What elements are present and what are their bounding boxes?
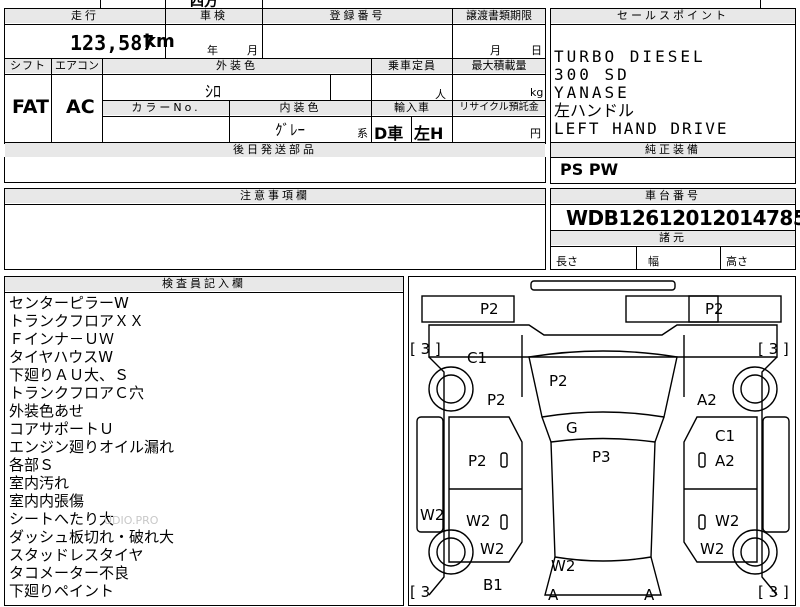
car-outline bbox=[416, 280, 790, 596]
damage-code-a-rear-right: A bbox=[644, 586, 655, 604]
transfer-month-unit: 月 bbox=[490, 44, 501, 57]
steering-side: 左H bbox=[414, 124, 444, 143]
interior-color-header: 内装色 bbox=[230, 101, 371, 115]
damage-code-p2-hood: P2 bbox=[549, 372, 568, 390]
sales-point-header: セールスポイント bbox=[551, 9, 795, 23]
damage-code-a-rear-left: A bbox=[548, 586, 559, 604]
damage-code-c1-left: C1 bbox=[467, 349, 488, 367]
import-header: 輸入車 bbox=[372, 101, 452, 115]
import-type: D車 bbox=[374, 124, 404, 143]
recycle-unit: 円 bbox=[530, 127, 541, 140]
damage-code-p3-roof: P3 bbox=[592, 448, 611, 466]
genuine-equipment-header: 純正装備 bbox=[551, 143, 795, 157]
remark-line: 外装色あせ bbox=[9, 402, 85, 420]
mileage-value: 123,587 bbox=[70, 31, 155, 55]
dimension-length: 長さ bbox=[556, 255, 578, 268]
sales-points-list: TURBO DIESEL 300 SD YANASE 左ハンドル LEFT HA… bbox=[554, 48, 729, 138]
damage-code-w2-left-wheel: W2 bbox=[480, 540, 505, 558]
later-parts-area bbox=[4, 157, 546, 183]
damage-code-p2-front-left: P2 bbox=[487, 391, 506, 409]
bracket-top-right: [ 3 ] bbox=[758, 340, 789, 358]
dimension-height: 高さ bbox=[726, 255, 748, 268]
damage-code-w2-right-wheel: W2 bbox=[700, 540, 725, 558]
inspection-year-unit: 年 bbox=[207, 44, 218, 57]
transfer-deadline-header: 譲渡書類期限 bbox=[453, 9, 545, 23]
damage-code-g-windshield: G bbox=[566, 419, 578, 437]
remark-line: Ｆインナ－ＵＷ bbox=[9, 330, 115, 348]
exterior-color-header: 外装色 bbox=[103, 59, 371, 73]
exterior-color-value: ｼﾛ bbox=[205, 82, 222, 101]
genuine-equipment-value: PS PW bbox=[560, 160, 619, 179]
recycle-header: リサイクル預託金 bbox=[453, 101, 545, 115]
damage-code-w2-left-rear-door: W2 bbox=[466, 512, 491, 530]
remark-line: トランクフロアＸＸ bbox=[9, 312, 145, 330]
damage-diagram bbox=[408, 276, 796, 606]
bracket-bottom-left: [ 3 bbox=[410, 583, 431, 601]
damage-code-c1-right: C1 bbox=[715, 427, 736, 445]
dimensions-header: 諸元 bbox=[551, 231, 795, 245]
remark-line: ダッシュ板切れ・破れ大 bbox=[9, 528, 175, 546]
remark-line: タイヤハウスW bbox=[9, 348, 114, 366]
notes-header: 注意事項欄 bbox=[5, 189, 545, 203]
remark-line: トランクフロアＣ穴 bbox=[9, 384, 145, 402]
remark-line: コアサポートＵ bbox=[9, 420, 115, 438]
color-no-header: カラーNo. bbox=[103, 101, 229, 115]
interior-suffix: 系 bbox=[357, 127, 368, 140]
remark-line: 室内汚れ bbox=[9, 474, 70, 492]
inspector-remarks-list: センターピラーW トランクフロアＸＸ Ｆインナ－ＵＷ タイヤハウスW 下廻りＡＵ大、Ｓ ト… bbox=[9, 294, 174, 600]
max-load-header: 最大積載量 bbox=[453, 59, 545, 73]
chassis-number-value: WDB12612012014785 bbox=[566, 206, 800, 230]
remark-line: タコメーター不良 bbox=[9, 564, 130, 582]
reg-number-header: 登録番号 bbox=[263, 9, 452, 23]
load-unit: kg bbox=[530, 86, 544, 99]
damage-code-a2-front-right: A2 bbox=[697, 391, 717, 409]
shift-header: シフト bbox=[5, 59, 51, 73]
inspection-header: 車検 bbox=[166, 9, 262, 23]
shift-value: FAT bbox=[12, 96, 49, 118]
sales-point-line: LEFT HAND DRIVE bbox=[554, 119, 729, 138]
damage-code-p2-top-right: P2 bbox=[705, 300, 724, 318]
remark-line: 室内内張傷 bbox=[9, 492, 85, 510]
interior-color-value: ｸﾞﾚｰ bbox=[275, 121, 306, 139]
mileage-header: 走行 bbox=[5, 9, 165, 23]
sales-point-line: 300 SD bbox=[554, 65, 630, 84]
remark-line: スタッドレスタイヤ bbox=[9, 546, 144, 564]
inspector-notes-header: 検査員記入欄 bbox=[5, 277, 403, 291]
sales-point-line: TURBO DIESEL bbox=[554, 47, 706, 66]
dimension-width: 幅 bbox=[648, 255, 659, 268]
mileage-unit: km bbox=[144, 31, 175, 52]
damage-code-b1: B1 bbox=[483, 576, 503, 594]
chassis-number-header: 車台番号 bbox=[551, 189, 795, 203]
sales-point-line: YANASE bbox=[554, 83, 630, 102]
capacity-header: 乗車定員 bbox=[372, 59, 452, 73]
damage-code-p2-top-left: P2 bbox=[480, 300, 499, 318]
inspection-month-unit: 月 bbox=[247, 44, 258, 57]
remark-line: センターピラーW bbox=[9, 294, 129, 312]
aircon-value: AC bbox=[66, 96, 95, 118]
damage-code-w2-left-edge: W2 bbox=[420, 506, 445, 524]
damage-code-p2-left-door: P2 bbox=[468, 452, 487, 470]
remark-line: 各部Ｓ bbox=[9, 456, 55, 474]
watermark: UDIO.PRO bbox=[104, 514, 159, 527]
aircon-header: エアコン bbox=[52, 59, 102, 73]
remark-line: エンジン廻りオイル漏れ bbox=[9, 438, 175, 456]
damage-code-w2-right-rear-door: W2 bbox=[715, 512, 740, 530]
remark-line: 下廻りＡＵ大、Ｓ bbox=[9, 366, 130, 384]
bracket-bottom-right: [ 3 ] bbox=[758, 583, 789, 601]
bracket-top-left: [ 3 ] bbox=[410, 340, 441, 358]
damage-code-w2-trunk: W2 bbox=[551, 557, 576, 575]
later-parts-header: 後日発送部品 bbox=[5, 143, 545, 157]
damage-code-a2-right-door: A2 bbox=[715, 452, 735, 470]
sales-point-line: 左ハンドル bbox=[554, 101, 635, 120]
remark-line: 下廻りペイント bbox=[9, 582, 115, 600]
transfer-day-unit: 日 bbox=[531, 44, 542, 57]
